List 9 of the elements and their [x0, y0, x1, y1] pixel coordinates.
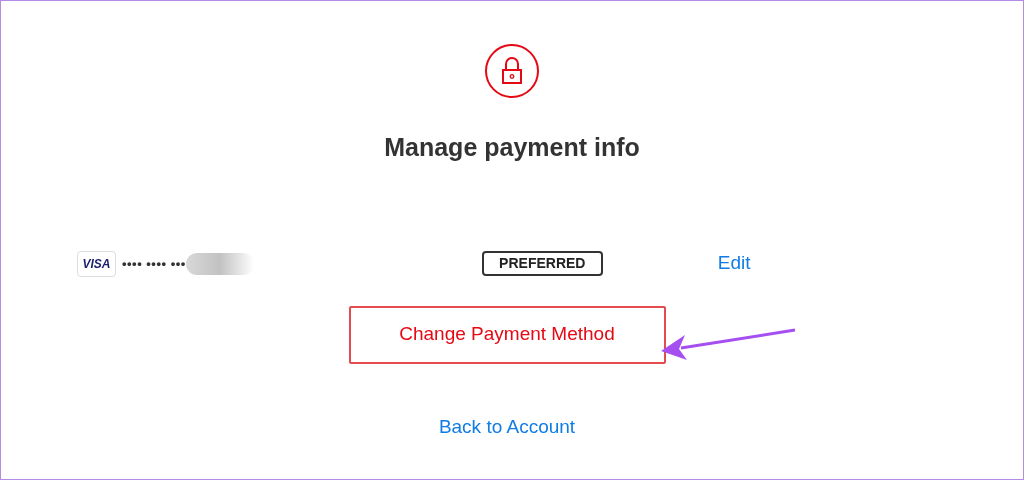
page-title: Manage payment info — [384, 132, 640, 163]
visa-card-logo: VISA — [77, 250, 116, 277]
blurred-digits — [185, 252, 254, 275]
padlock-icon — [484, 43, 540, 99]
back-to-account-link[interactable]: Back to Account — [438, 412, 576, 441]
edit-link[interactable]: Edit — [717, 249, 751, 278]
preferred-badge: PREFERRED — [481, 251, 603, 276]
change-payment-method-button[interactable]: Change Payment Method — [348, 305, 666, 364]
card-number: •••• •••• ••• — [122, 254, 186, 273]
